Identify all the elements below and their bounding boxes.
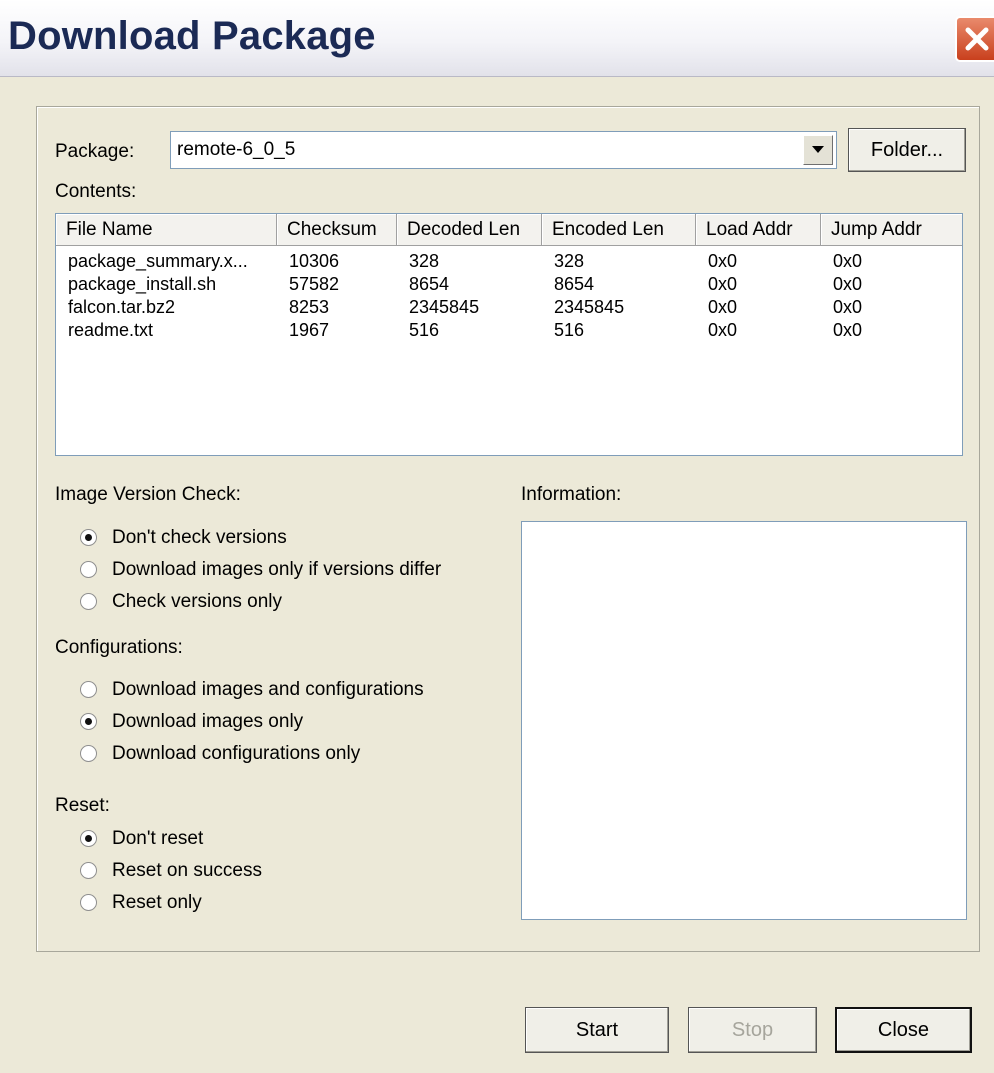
radio-button-icon[interactable]: [80, 593, 97, 610]
table-cell: 0x0: [708, 320, 738, 340]
table-cell: 0x0: [833, 251, 863, 271]
table-cell: 57582: [289, 274, 340, 294]
table-cell: package_summary.x...: [68, 251, 248, 271]
configurations-label: Configurations:: [55, 637, 183, 658]
table-cell: 516: [554, 320, 585, 340]
table-row[interactable]: package_summary.x... 10306 328 328 0x0 0x0: [56, 251, 962, 274]
reset-label: Reset:: [55, 795, 110, 816]
radio-label: Reset only: [112, 892, 202, 913]
radio-button-icon[interactable]: [80, 894, 97, 911]
column-header[interactable]: Encoded Len: [542, 214, 696, 246]
table-cell: 2345845: [554, 297, 625, 317]
chevron-down-icon: [812, 146, 824, 153]
table-cell: 0x0: [708, 251, 738, 271]
table-cell: 1967: [289, 320, 330, 340]
table-cell: 2345845: [409, 297, 480, 317]
column-header[interactable]: Decoded Len: [397, 214, 542, 246]
radio-label: Download configurations only: [112, 743, 361, 764]
radio-button-icon[interactable]: [80, 561, 97, 578]
close-x-icon: [965, 27, 989, 51]
column-header[interactable]: Checksum: [277, 214, 397, 246]
table-row[interactable]: package_install.sh 57582 8654 8654 0x0 0x0: [56, 274, 962, 297]
table-cell: readme.txt: [68, 320, 154, 340]
information-textbox[interactable]: [521, 521, 967, 920]
radio-label: Reset on success: [112, 860, 262, 881]
column-header[interactable]: Load Addr: [696, 214, 821, 246]
radio-button-icon[interactable]: [80, 862, 97, 879]
table-cell: 0x0: [833, 274, 863, 294]
image-version-check-label: Image Version Check:: [55, 484, 241, 505]
column-header[interactable]: File Name: [56, 214, 277, 246]
package-select[interactable]: remote-6_0_5: [170, 131, 837, 169]
table-cell: 0x0: [708, 274, 738, 294]
radio-button-icon[interactable]: [80, 830, 97, 847]
radio-label: Download images only if versions differ: [112, 559, 442, 580]
radio-label: Check versions only: [112, 591, 283, 612]
table-cell: 8654: [409, 274, 450, 294]
package-dropdown-button[interactable]: [803, 135, 833, 165]
table-row[interactable]: readme.txt 1967 516 516 0x0 0x0: [56, 320, 962, 343]
table-cell: falcon.tar.bz2: [68, 297, 176, 317]
table-cell: 328: [409, 251, 440, 271]
radio-button-icon[interactable]: [80, 681, 97, 698]
window-title: Download Package: [8, 14, 376, 58]
radio-label: Download images only: [112, 711, 304, 732]
table-cell: 0x0: [708, 297, 738, 317]
information-label: Information:: [521, 484, 622, 505]
contents-table[interactable]: File Name Checksum Decoded Len Encoded Len L…: [55, 213, 963, 456]
stop-button[interactable]: Stop: [688, 1007, 817, 1053]
table-cell: 0x0: [833, 297, 863, 317]
folder-button[interactable]: Folder...: [848, 128, 966, 172]
radio-button-icon[interactable]: [80, 745, 97, 762]
close-button[interactable]: Close: [835, 1007, 972, 1053]
table-cell: 0x0: [833, 320, 863, 340]
table-header: File Name Checksum Decoded Len Encoded Len L…: [56, 214, 962, 247]
title-bar: Download Package: [0, 0, 994, 77]
radio-label: Don't reset: [112, 828, 204, 849]
table-row[interactable]: falcon.tar.bz2 8253 2345845 2345845 0x0 0x0: [56, 297, 962, 320]
column-header[interactable]: Jump Addr: [821, 214, 962, 246]
table-cell: 516: [409, 320, 440, 340]
radio-button-icon[interactable]: [80, 529, 97, 546]
table-cell: package_install.sh: [68, 274, 217, 294]
radio-button-icon[interactable]: [80, 713, 97, 730]
table-cell: 8654: [554, 274, 595, 294]
table-cell: 10306: [289, 251, 340, 271]
close-window-button[interactable]: [955, 16, 994, 62]
download-package-dialog: Download Package Package: remote-6_0_5 F…: [0, 0, 994, 1073]
radio-label: Don't check versions: [112, 527, 287, 548]
start-button[interactable]: Start: [525, 1007, 669, 1053]
package-label: Package:: [55, 141, 135, 162]
table-cell: 8253: [289, 297, 330, 317]
radio-label: Download images and configurations: [112, 679, 424, 700]
table-cell: 328: [554, 251, 585, 271]
package-select-value: remote-6_0_5: [177, 139, 296, 160]
contents-label: Contents:: [55, 181, 137, 202]
